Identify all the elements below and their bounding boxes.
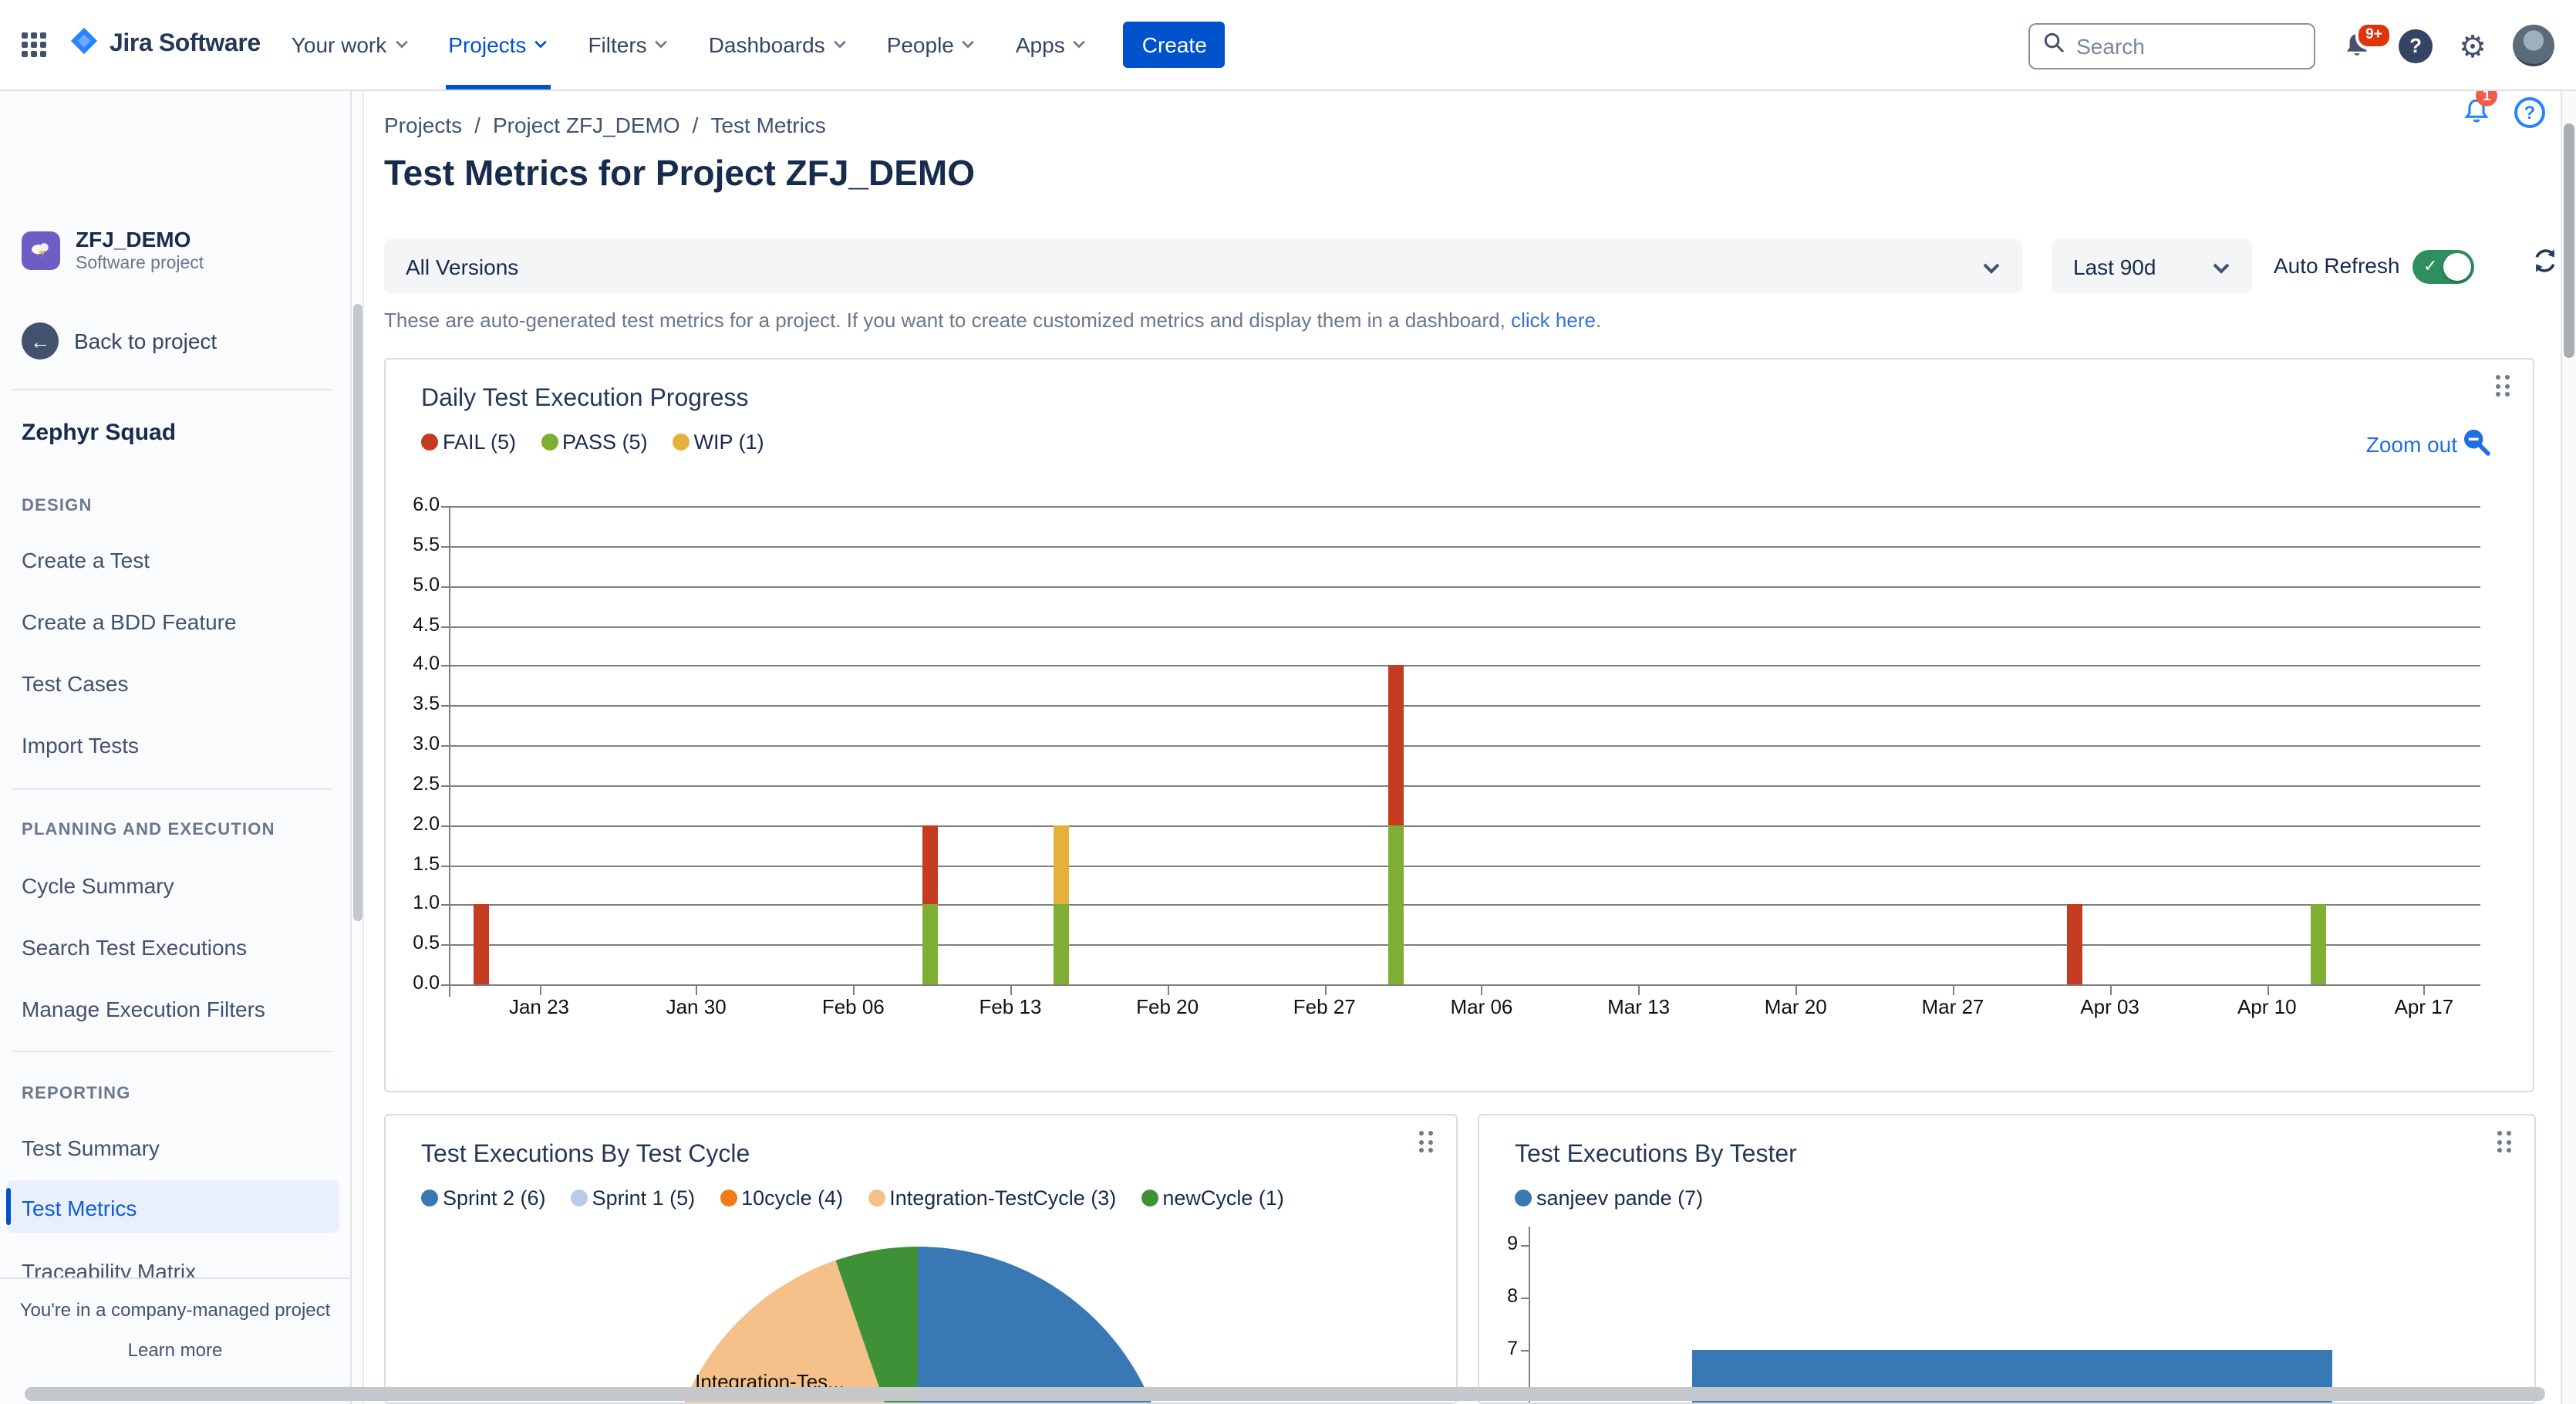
nav-item-projects[interactable]: Projects <box>445 0 551 89</box>
jira-diamond-icon <box>69 26 99 63</box>
cycle-pie-chart: Integration-Tes... <box>386 1115 1456 1402</box>
breadcrumb: Projects / Project ZFJ_DEMO / Test Metri… <box>384 113 826 137</box>
global-search[interactable] <box>2028 22 2316 69</box>
version-filter-select[interactable]: All Versions <box>384 239 2022 293</box>
learn-more-link[interactable]: Learn more <box>0 1339 350 1361</box>
horizontal-scrollbar-thumb[interactable] <box>25 1387 2545 1401</box>
breadcrumb-project-zfj-demo[interactable]: Project ZFJ_DEMO <box>493 113 680 137</box>
jira-test-metrics-page: Jira Software Your work Projects Filters… <box>0 0 2576 1404</box>
nav-item-people[interactable]: People <box>887 0 976 89</box>
top-navigation-bar: Jira Software Your work Projects Filters… <box>0 0 2576 91</box>
sidebar-item-cycle-summary[interactable]: Cycle Summary <box>22 873 174 898</box>
search-icon <box>2042 30 2065 61</box>
notifications-bell-icon[interactable]: 9+ <box>2342 21 2392 61</box>
sidebar-scrollbar-thumb[interactable] <box>353 304 362 921</box>
project-sidebar: ZFJ_DEMO Software project ← Back to proj… <box>0 91 352 1404</box>
breadcrumb-test-metrics[interactable]: Test Metrics <box>710 113 825 137</box>
help-icon[interactable]: ? <box>2399 29 2433 62</box>
user-avatar[interactable] <box>2513 25 2554 66</box>
refresh-icon[interactable] <box>2531 247 2559 282</box>
nav-item-apps[interactable]: Apps <box>1016 0 1087 89</box>
project-type: Software project <box>76 255 204 273</box>
nav-item-your-work[interactable]: Your work <box>292 0 409 89</box>
section-planning: PLANNING AND EXECUTION <box>22 821 275 839</box>
sidebar-item-test-summary[interactable]: Test Summary <box>22 1136 160 1160</box>
auto-refresh-toggle[interactable]: ✓ <box>2412 250 2474 284</box>
project-avatar-icon <box>22 231 60 269</box>
sidebar-item-create-a-test[interactable]: Create a Test <box>22 548 150 572</box>
back-to-project[interactable]: ← Back to project <box>22 322 217 359</box>
tester-bar-chart: 987 <box>1479 1115 2534 1402</box>
daily-chart-plot: 6.0 5.5 5.0 4.5 4.0 3.5 3.0 2.5 2.0 1.5 1.0 0.5 0.0 J… <box>386 359 2533 1091</box>
page-title: Test Metrics for Project ZFJ_DEMO <box>384 153 975 193</box>
nav-item-dashboards[interactable]: Dashboards <box>709 0 847 89</box>
metrics-note: These are auto-generated test metrics fo… <box>384 309 1602 332</box>
panel-test-executions-by-test-cycle: Test Executions By Test Cycle Sprint 2 (… <box>384 1114 1458 1404</box>
jira-logo[interactable]: Jira Software <box>69 26 261 63</box>
project-header: ZFJ_DEMO Software project <box>22 227 204 273</box>
date-range-select[interactable]: Last 90d <box>2052 239 2252 293</box>
page-help-icon[interactable]: ? <box>2514 96 2545 127</box>
sidebar-app-title: Zephyr Squad <box>22 420 177 446</box>
sidebar-item-test-cases[interactable]: Test Cases <box>22 671 129 696</box>
nav-right-cluster: 9+ ? ⚙ <box>2028 0 2554 91</box>
sidebar-item-search-test-executions[interactable]: Search Test Executions <box>22 935 247 960</box>
sidebar-item-import-tests[interactable]: Import Tests <box>22 733 139 758</box>
nav-item-filters[interactable]: Filters <box>588 0 668 89</box>
sidebar-item-create-a-bdd-feature[interactable]: Create a BDD Feature <box>22 609 237 634</box>
project-name: ZFJ_DEMO <box>76 227 191 251</box>
nav-menu: Your work Projects Filters Dashboards Pe… <box>292 0 1087 89</box>
panel-test-executions-by-tester: Test Executions By Tester sanjeev pande … <box>1478 1114 2536 1404</box>
sidebar-item-manage-execution-filters[interactable]: Manage Execution Filters <box>22 997 265 1021</box>
sidebar-item-test-metrics[interactable]: Test Metrics <box>22 1196 137 1220</box>
content-header-icons: 1 ? <box>2460 85 2545 128</box>
sidebar-footer: You're in a company-managed project Lear… <box>0 1277 350 1404</box>
chevron-down-icon <box>2212 254 2230 278</box>
click-here-link[interactable]: click here <box>1511 309 1596 332</box>
auto-refresh-label: Auto Refresh <box>2274 253 2400 278</box>
back-arrow-icon: ← <box>22 322 59 359</box>
brand-name: Jira Software <box>110 31 261 57</box>
panel-daily-test-execution-progress: Daily Test Execution Progress FAIL (5) P… <box>384 358 2534 1092</box>
create-button[interactable]: Create <box>1123 22 1226 68</box>
page-notifications-bell-icon[interactable]: 1 <box>2460 85 2498 128</box>
settings-gear-icon[interactable]: ⚙ <box>2459 30 2487 61</box>
chevron-down-icon <box>1982 254 2001 278</box>
sidebar-scrollbar[interactable] <box>352 91 364 1404</box>
main-content: Projects / Project ZFJ_DEMO / Test Metri… <box>364 85 2576 1404</box>
section-design: DESIGN <box>22 497 93 515</box>
vertical-scrollbar[interactable] <box>2561 91 2576 1404</box>
app-switcher-icon[interactable] <box>22 32 48 58</box>
managed-project-note: You're in a company-managed project <box>19 1299 331 1321</box>
vertical-scrollbar-thumb[interactable] <box>2564 123 2574 358</box>
breadcrumb-projects[interactable]: Projects <box>384 113 462 137</box>
search-input[interactable] <box>2076 33 2278 58</box>
section-reporting: REPORTING <box>22 1085 131 1103</box>
notifications-badge: 9+ <box>2355 21 2392 49</box>
